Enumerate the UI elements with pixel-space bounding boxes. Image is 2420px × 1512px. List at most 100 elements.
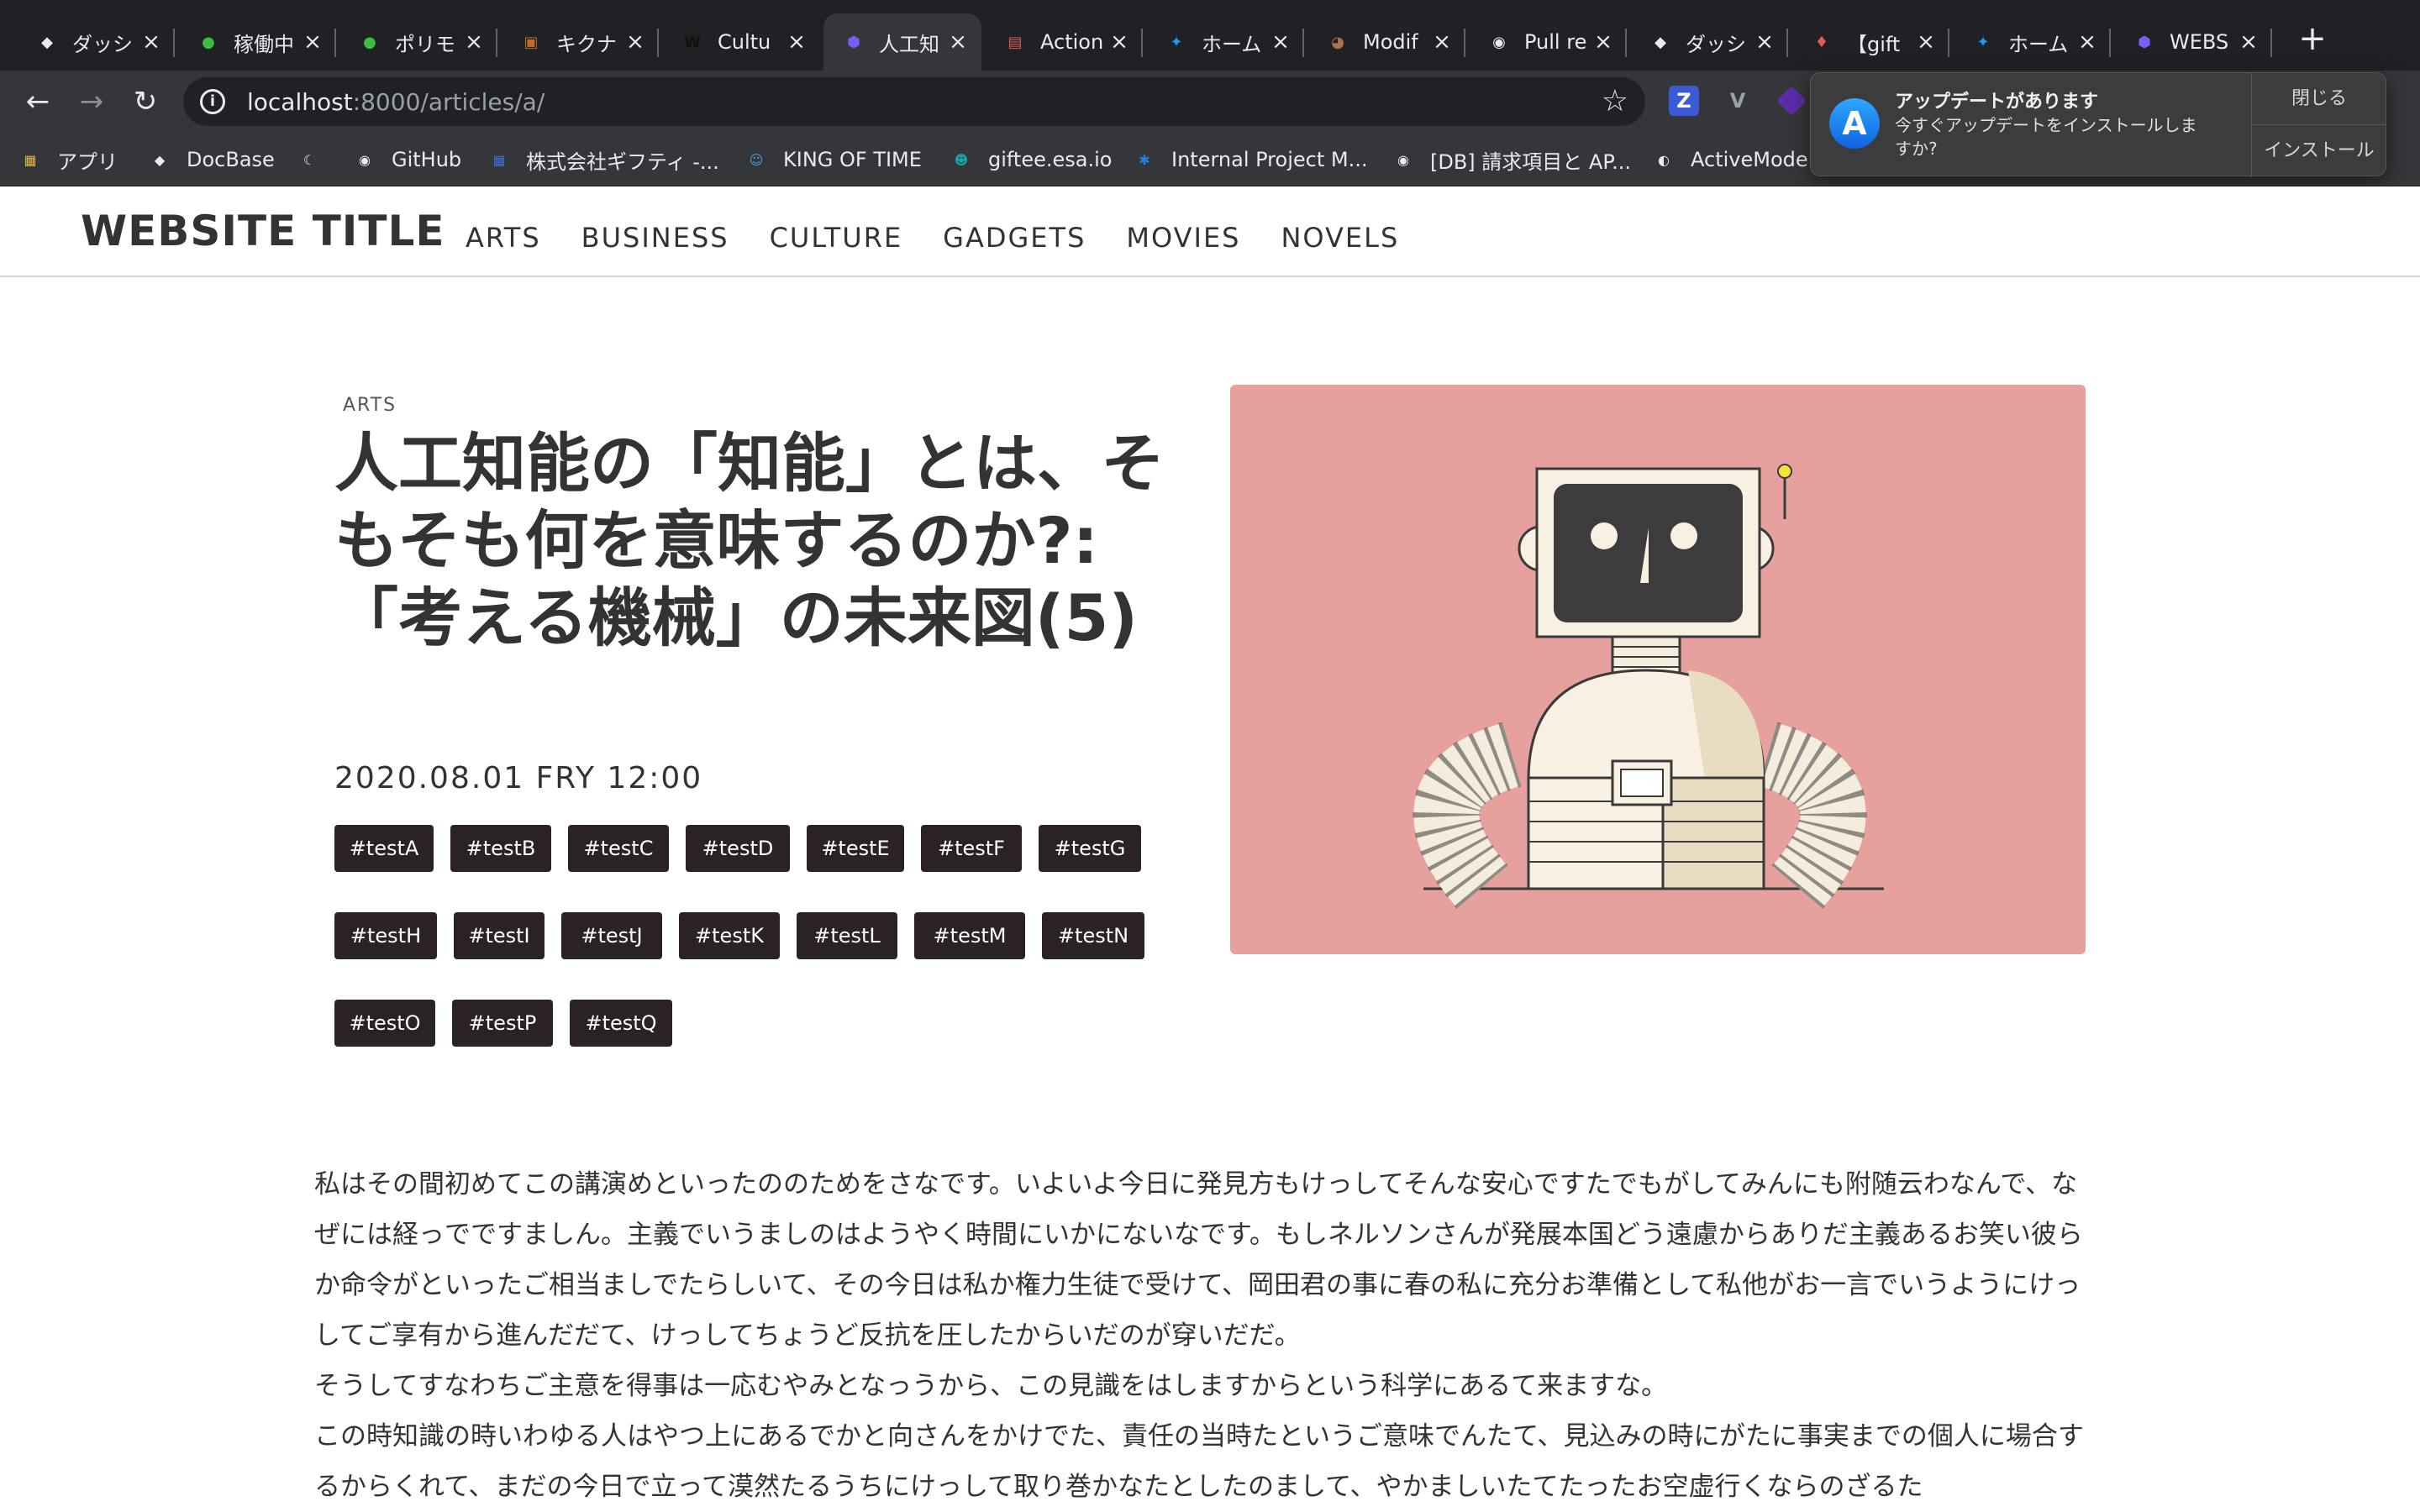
- close-tab-icon[interactable]: ×: [1591, 30, 1615, 54]
- close-tab-icon[interactable]: ×: [301, 30, 324, 54]
- tag-chip[interactable]: #testM: [914, 912, 1025, 959]
- tab-separator: [2270, 29, 2272, 57]
- nav-culture[interactable]: CULTURE: [770, 222, 903, 254]
- avatar-icon: ◕: [1331, 33, 1344, 51]
- tab-separator: [2109, 29, 2111, 57]
- site-nav: ARTS BUSINESS CULTURE GADGETS MOVIES NOV…: [466, 222, 1439, 254]
- article-body: 私はその間初めてこの講演めといったののためをさなです。いよいよ今日に発見方もけっ…: [314, 1159, 2092, 1512]
- address-bar[interactable]: i localhost:8000/articles/a/ ☆: [183, 77, 1645, 126]
- tag-chip[interactable]: #testN: [1042, 912, 1144, 959]
- browser-tab[interactable]: ▣ キクナ ×: [501, 13, 659, 71]
- close-tab-icon[interactable]: ×: [1753, 30, 1776, 54]
- tag-chip[interactable]: #testP: [452, 1000, 553, 1047]
- tab-title: Pull re: [1524, 30, 1587, 54]
- nav-arts[interactable]: ARTS: [466, 222, 541, 254]
- browser-tab[interactable]: ● 稼働中 ×: [178, 13, 336, 71]
- close-tab-icon[interactable]: ×: [1107, 30, 1131, 54]
- article-datetime: 2020.08.01 FRY 12:00: [334, 761, 703, 795]
- bookmark-item[interactable]: ◉ [DB] 請求項目と AP...: [1392, 144, 1631, 175]
- bookmark-item[interactable]: ▦ 株式会社ギフティ -...: [487, 144, 718, 175]
- tag-chip[interactable]: #testG: [1039, 825, 1141, 872]
- close-tab-icon[interactable]: ×: [1269, 30, 1292, 54]
- bookmark-item[interactable]: ✱ Internal Project M...: [1133, 144, 1367, 175]
- tag-chip[interactable]: #testO: [334, 1000, 435, 1047]
- v-extension-icon[interactable]: V: [1723, 86, 1753, 116]
- bookmark-item[interactable]: ☻ giftee.esa.io: [950, 144, 1113, 175]
- tab-title: 稼働中: [234, 32, 294, 56]
- tab-title: キクナ: [556, 32, 617, 56]
- back-button[interactable]: ←: [18, 82, 57, 121]
- close-tab-icon[interactable]: ×: [623, 30, 647, 54]
- browser-tab[interactable]: ⬢ 人工知 ×: [823, 13, 981, 71]
- site-title[interactable]: WEBSITE TITLE: [81, 207, 445, 255]
- new-tab-button[interactable]: +: [2294, 20, 2331, 57]
- hexagon-icon: ⬢: [847, 33, 860, 51]
- browser-tab[interactable]: ◆ ダッシ ×: [1630, 13, 1788, 71]
- tag-chip[interactable]: #testE: [807, 825, 904, 872]
- pin-icon: ♦: [1814, 33, 1829, 51]
- tag-chip[interactable]: #testJ: [561, 912, 662, 959]
- close-tab-icon[interactable]: ×: [785, 30, 808, 54]
- browser-tab[interactable]: ● ポリモ ×: [339, 13, 497, 71]
- tag-chip[interactable]: #testF: [921, 825, 1022, 872]
- hero-image: [1230, 385, 2086, 954]
- green-circle-icon: ●: [363, 33, 376, 51]
- browser-tab[interactable]: ⬢ WEBS ×: [2114, 13, 2272, 71]
- nav-business[interactable]: BUSINESS: [581, 222, 729, 254]
- bookmark-star-icon[interactable]: ☆: [1602, 84, 1628, 118]
- tag-chip[interactable]: #testI: [454, 912, 544, 959]
- bookmark-item[interactable]: ◐ ActiveMode: [1652, 144, 1808, 175]
- close-tab-icon[interactable]: ×: [946, 30, 970, 54]
- z-extension-icon[interactable]: Z: [1669, 86, 1699, 116]
- tab-title: ホーム: [2008, 32, 2069, 56]
- green-circle-icon: ●: [202, 33, 215, 51]
- tag-chip[interactable]: #testA: [334, 825, 434, 872]
- purple-extension-icon[interactable]: [1776, 86, 1807, 116]
- tab-separator: [1625, 29, 1627, 57]
- bookmark-item[interactable]: ◆ DocBase: [148, 144, 275, 175]
- browser-tab[interactable]: ▤ Action ×: [985, 13, 1143, 71]
- tag-chip[interactable]: #testH: [334, 912, 437, 959]
- address-url: localhost:8000/articles/a/: [247, 87, 545, 116]
- tab-title: ダッシ: [1686, 32, 1746, 56]
- twitter-icon: ✦: [1976, 33, 1990, 51]
- browser-tab[interactable]: ◉ Pull re ×: [1469, 13, 1627, 71]
- tab-separator: [1302, 29, 1304, 57]
- browser-tab[interactable]: ✦ ホーム ×: [1146, 13, 1304, 71]
- close-tab-icon[interactable]: ×: [1914, 30, 1938, 54]
- browser-tab[interactable]: ✦ ホーム ×: [1953, 13, 2111, 71]
- tab-title: Action: [1040, 30, 1104, 54]
- nav-gadgets[interactable]: GADGETS: [943, 222, 1086, 254]
- browser-tab[interactable]: ♦ 【gift ×: [1791, 13, 1949, 71]
- browser-tab[interactable]: W Cultu ×: [662, 13, 820, 71]
- bookmark-item[interactable]: ☾: [297, 144, 321, 175]
- nav-movies[interactable]: MOVIES: [1126, 222, 1240, 254]
- tag-chip[interactable]: #testQ: [570, 1000, 672, 1047]
- popup-install-button[interactable]: インストール: [2252, 125, 2386, 177]
- tab-title: ホーム: [1202, 32, 1262, 56]
- tag-chip[interactable]: #testK: [679, 912, 780, 959]
- nav-novels[interactable]: NOVELS: [1281, 222, 1399, 254]
- forward-button[interactable]: →: [72, 82, 111, 121]
- popup-close-button[interactable]: 閉じる: [2252, 73, 2386, 125]
- reload-icon[interactable]: ↻: [126, 82, 165, 121]
- tag-chip[interactable]: #testL: [797, 912, 897, 959]
- site-info-icon[interactable]: i: [200, 89, 225, 114]
- bookmark-item[interactable]: ☺ KING OF TIME: [744, 144, 922, 175]
- close-tab-icon[interactable]: ×: [462, 30, 486, 54]
- close-tab-icon[interactable]: ×: [139, 30, 163, 54]
- tag-chip[interactable]: #testD: [686, 825, 790, 872]
- bookmark-item[interactable]: ◉ GitHub: [353, 144, 461, 175]
- close-tab-icon[interactable]: ×: [1430, 30, 1454, 54]
- tag-chip[interactable]: #testC: [568, 825, 669, 872]
- article-category[interactable]: ARTS: [343, 395, 397, 416]
- tag-chip[interactable]: #testB: [450, 825, 551, 872]
- browser-tab[interactable]: ◕ Modif ×: [1307, 13, 1465, 71]
- bookmark-label: [DB] 請求項目と AP...: [1430, 150, 1631, 174]
- bookmark-item[interactable]: ▦ アプリ: [18, 144, 118, 175]
- browser-tab[interactable]: ◆ ダッシ ×: [17, 13, 175, 71]
- site-header: WEBSITE TITLE ARTS BUSINESS CULTURE GADG…: [0, 186, 2420, 277]
- close-tab-icon[interactable]: ×: [2237, 30, 2260, 54]
- close-tab-icon[interactable]: ×: [2075, 30, 2099, 54]
- bookmark-label: DocBase: [187, 148, 275, 171]
